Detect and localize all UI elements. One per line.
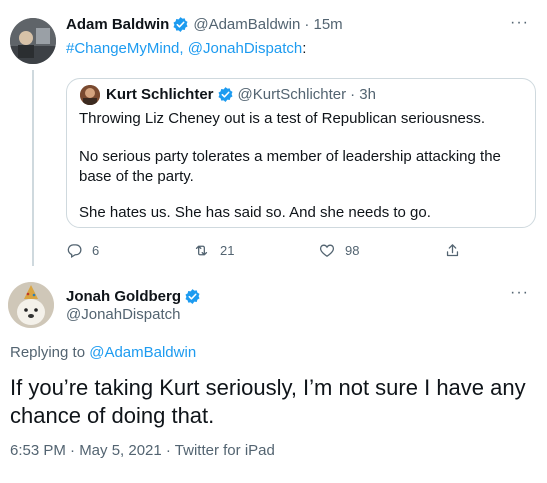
verified-badge-icon <box>217 86 234 103</box>
retweet-icon <box>195 245 208 256</box>
heart-icon <box>319 244 335 257</box>
verified-badge-icon <box>184 288 201 305</box>
quoted-author-name: Kurt Schlichter <box>106 86 214 103</box>
text-separator: , <box>179 40 188 57</box>
replying-to-link[interactable]: @AdamBaldwin <box>89 344 196 361</box>
thread-connector-line <box>32 70 34 266</box>
parent-author-handle[interactable]: @AdamBaldwin <box>193 16 300 33</box>
retweet-button[interactable]: 21 <box>192 242 234 259</box>
mention-link[interactable]: @JonahDispatch <box>188 40 302 57</box>
quoted-author-handle: @KurtSchlichter <box>237 86 347 103</box>
avatar-kurt-schlichter <box>80 85 100 105</box>
parent-author-name[interactable]: Adam Baldwin <box>66 16 169 33</box>
parent-time[interactable]: · 15m <box>304 16 342 33</box>
main-author-name[interactable]: Jonah Goldberg <box>66 288 181 305</box>
share-button[interactable] <box>444 242 470 259</box>
parent-tweet-text: #ChangeMyMind, @JonahDispatch: <box>66 40 306 57</box>
verified-badge-icon <box>172 16 189 33</box>
retweet-count: 21 <box>220 243 235 258</box>
replying-prefix: Replying to <box>10 344 90 361</box>
tweet-timestamp[interactable]: 6:53 PM · May 5, 2021 · Twitter for iPad <box>10 442 275 459</box>
quoted-author-row: Kurt Schlichter @KurtSchlichter · 3h <box>106 86 376 103</box>
main-author-handle[interactable]: @JonahDispatch <box>66 306 180 323</box>
like-count: 98 <box>345 243 360 258</box>
quoted-text-line: She hates us. She has said so. And she n… <box>79 204 431 221</box>
avatar-adam-baldwin[interactable] <box>10 18 56 64</box>
reply-count: 6 <box>92 243 100 258</box>
parent-more-dots-icon[interactable]: ··· <box>510 14 529 32</box>
main-author-row: Jonah Goldberg <box>66 288 205 305</box>
quoted-text-line: No serious party tolerates a member of l… <box>79 148 501 185</box>
parent-author-row: Adam Baldwin @AdamBaldwin · 15m <box>66 16 343 33</box>
quoted-time: · 3h <box>350 86 376 103</box>
avatar-jonah-goldberg[interactable] <box>8 282 54 328</box>
quoted-text-line: Throwing Liz Cheney out is a test of Rep… <box>79 110 486 127</box>
reply-button[interactable]: 6 <box>66 242 99 259</box>
reply-icon <box>67 244 82 259</box>
main-more-dots-icon[interactable]: ··· <box>510 284 529 302</box>
replying-to-line: Replying to @AdamBaldwin <box>10 344 196 361</box>
like-button[interactable]: 98 <box>318 242 359 259</box>
hashtag-link[interactable]: #ChangeMyMind <box>66 40 179 57</box>
share-icon <box>446 244 459 257</box>
main-tweet-text: If you’re taking Kurt seriously, I’m not… <box>10 375 526 428</box>
text-colon: : <box>302 40 307 57</box>
